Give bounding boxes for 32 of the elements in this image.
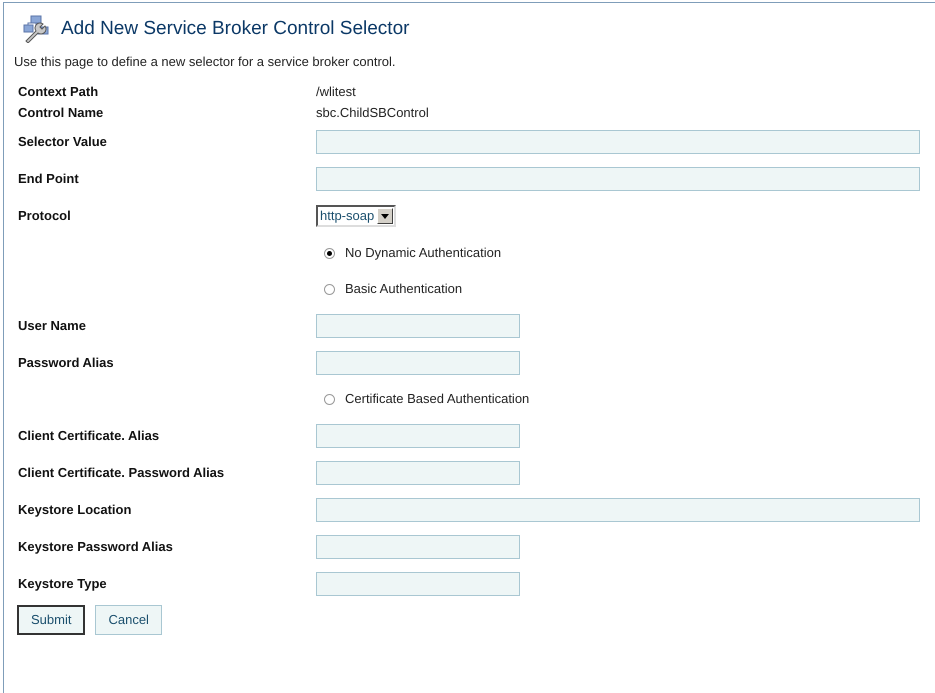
field-label: Keystore Location: [18, 502, 132, 517]
cancel-button[interactable]: Cancel: [95, 605, 162, 635]
input-field[interactable]: [316, 314, 520, 338]
input-field[interactable]: [316, 166, 920, 190]
radio-option[interactable]: Basic Authentication: [324, 279, 462, 299]
input-field[interactable]: [316, 572, 520, 596]
field-label: Keystore Type: [18, 576, 107, 591]
field-label: Context Path: [18, 84, 98, 99]
field-label: Client Certificate. Password Alias: [18, 464, 224, 480]
field-label: Client Certificate. Alias: [18, 428, 160, 443]
submit-button[interactable]: Submit: [17, 605, 86, 635]
radio-option[interactable]: Certificate Based Authentication: [324, 389, 530, 409]
field-label: Control Name: [18, 104, 104, 120]
input-field[interactable]: [316, 534, 520, 558]
field-label: End Point: [18, 170, 79, 186]
field-label: Protocol: [18, 208, 71, 224]
input-field[interactable]: [316, 130, 920, 154]
field-label: User Name: [18, 318, 86, 333]
input-field[interactable]: [316, 424, 520, 448]
field-value: /wlitest: [316, 82, 356, 101]
field-label: Keystore Password Alias: [18, 538, 173, 554]
input-field[interactable]: [316, 498, 920, 522]
field-value: sbc.ChildSBControl: [316, 104, 429, 122]
wrench-network-icon: [22, 15, 50, 44]
input-field[interactable]: [316, 460, 520, 484]
field-label: Password Alias: [18, 354, 114, 370]
page-description: Use this page to define a new selector for a service broker control.: [14, 52, 397, 71]
page-title: Add New Service Broker Control Selector: [61, 17, 410, 41]
field-label: Selector Value: [18, 134, 107, 149]
input-field[interactable]: [316, 350, 520, 374]
radio-option[interactable]: No Dynamic Authentication: [324, 243, 502, 263]
protocol-dropdown[interactable]: http-soap: [316, 205, 396, 227]
